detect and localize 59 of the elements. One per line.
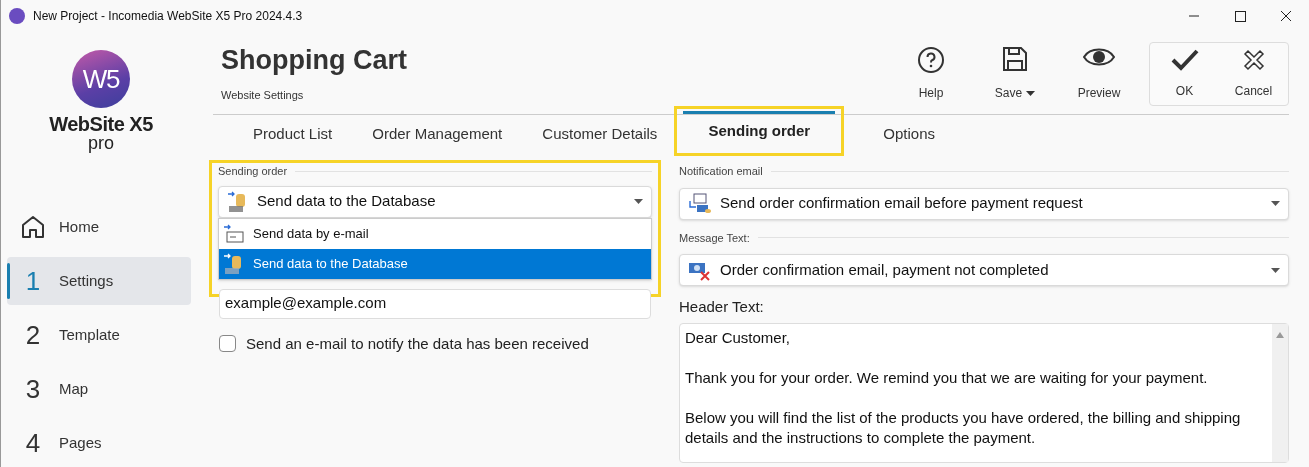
text-area[interactable]: [679, 322, 1289, 463]
paragraph: Thank you for your order. We remind you that we are waiting for your payment.: [685, 367, 1209, 388]
checkmark-icon: [1170, 48, 1199, 72]
tab[interactable]: Order Management: [352, 115, 523, 153]
dropdown-option[interactable]: Send data to the Database: [219, 248, 651, 279]
section-label: Notification email: [679, 164, 763, 179]
sidebar-item[interactable]: 4 Pages: [7, 419, 191, 467]
sidebar-label: Settings: [59, 270, 114, 291]
page-title: Shopping Cart: [221, 44, 407, 77]
email-field[interactable]: example@example.com: [219, 288, 651, 319]
save-icon: [1002, 46, 1028, 72]
tab[interactable]: Options: [863, 115, 956, 153]
logo-name: WebSite X5: [49, 114, 153, 134]
checkbox[interactable]: [219, 335, 236, 353]
dropdown[interactable]: Send data to the Database: [218, 185, 652, 218]
caret-icon: [1271, 201, 1280, 206]
step-number: 1: [25, 264, 41, 298]
section-label: Header Text:: [679, 297, 765, 317]
toolbar-button[interactable]: Save: [979, 46, 1051, 102]
envelope-icon: [223, 223, 245, 244]
dropdown[interactable]: Order confirmation email, payment not completed: [679, 254, 1289, 286]
step-number: 4: [25, 426, 41, 460]
dialog-button[interactable]: Cancel: [1219, 43, 1288, 105]
paragraph: Below you will find the list of the products you have ordered, the billing and shipping details and the instructions to complete the payment.: [685, 407, 1242, 448]
logo-mark: W5: [72, 50, 130, 108]
page-subtitle: Website Settings: [221, 87, 305, 103]
email-money-icon: [688, 192, 712, 215]
window-title: New Project - Incomedia WebSite X5 Pro 2024.4.3: [33, 8, 303, 25]
sidebar-label: Pages: [59, 432, 102, 453]
sidebar-item[interactable]: 2 Template: [7, 311, 191, 359]
caret-icon: [634, 199, 643, 204]
sidebar-item[interactable]: 3 Map: [7, 365, 191, 413]
toolbar-button[interactable]: Preview: [1063, 46, 1135, 102]
app-icon: [9, 8, 25, 24]
home-icon: [21, 215, 45, 239]
sidebar-label: Map: [59, 378, 89, 399]
scroll-up-icon[interactable]: [1276, 331, 1284, 338]
close-icon: [1241, 48, 1266, 72]
sidebar-label: Template: [59, 324, 120, 345]
dropdown[interactable]: Send order confirmation email before payment request: [679, 187, 1289, 220]
dialog-button[interactable]: OK: [1150, 43, 1219, 105]
toolbar-button[interactable]: Help: [895, 46, 967, 102]
section-label: Sending order: [218, 164, 288, 179]
sidebar-item[interactable]: 1 Settings: [7, 257, 191, 305]
step-number: 3: [25, 372, 41, 406]
tab[interactable]: Product List: [233, 115, 353, 153]
dropdown-option[interactable]: Send data by e-mail: [219, 218, 651, 249]
section-label: Message Text:: [679, 230, 750, 246]
logo-edition: pro: [88, 134, 114, 152]
sidebar-label: Home: [59, 216, 99, 237]
help-icon: [917, 46, 945, 74]
eye-icon: [1082, 46, 1116, 68]
step-number: 2: [25, 318, 41, 352]
sidebar-item[interactable]: Home: [7, 203, 191, 251]
tab[interactable]: Sending order: [677, 109, 842, 153]
checkbox-label: Send an e-mail to notify the data has been received: [246, 333, 589, 354]
caret-icon: [1271, 267, 1280, 273]
paragraph: Dear Customer,: [685, 327, 792, 348]
tab[interactable]: Customer Details: [522, 115, 678, 153]
